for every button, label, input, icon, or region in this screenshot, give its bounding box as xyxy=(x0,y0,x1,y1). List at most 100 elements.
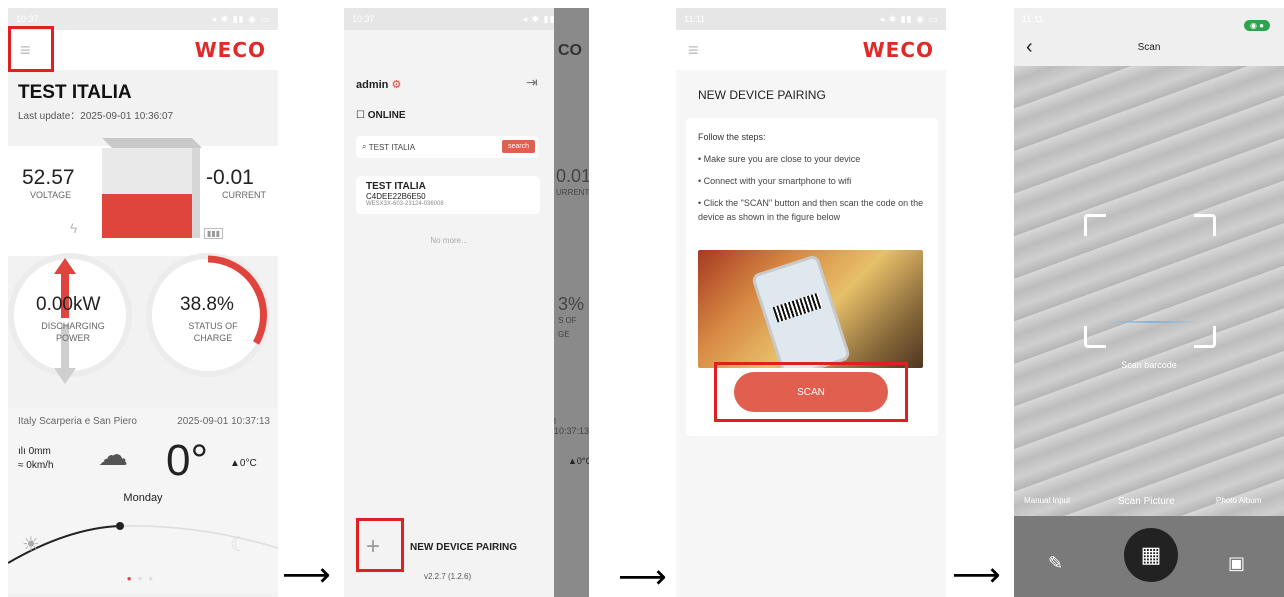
weco-logo: WECO xyxy=(194,38,266,62)
arrow-2: ⟶ xyxy=(618,557,667,597)
last-update: Last update：2025-09-01 10:36:07 xyxy=(18,111,174,122)
pairing-screen: 11:11 ◂ ✱ ▮▮ ◉ ▭ ≡ WECO NEW DEVICE PAIRI… xyxy=(676,8,946,597)
page-dots: ●●● xyxy=(126,574,160,583)
device-id: C4DEE22B6E50 xyxy=(366,192,426,201)
image-icon[interactable]: ▣ xyxy=(1228,553,1245,574)
camera-badge: ◉ ● xyxy=(1243,20,1270,31)
dashboard-screen: 10:37 ◂ ✱ ▮▮ ◉ ▭ ≡ WECO TEST ITALIA Last… xyxy=(8,8,278,597)
search-button[interactable]: search xyxy=(501,140,535,153)
battery-graphic xyxy=(102,138,202,238)
voltage-label: VOLTAGE xyxy=(30,190,72,200)
power-value: 0.00kW xyxy=(36,294,101,315)
current-value: -0.01 xyxy=(206,166,254,189)
app-version: v2.2.7 (1.2.6) xyxy=(424,572,472,581)
device-name: TEST ITALIA xyxy=(366,181,426,192)
highlight-scan xyxy=(714,362,908,422)
temp-small: ▲0°C xyxy=(230,458,257,469)
username: admin xyxy=(356,79,389,91)
status-time: 10:37 xyxy=(16,14,39,24)
lightning-icon: ϟ xyxy=(70,220,78,236)
rain-icon: ılı xyxy=(18,446,26,457)
frame-corner-bl xyxy=(1084,326,1106,348)
user-row: admin ⚙ xyxy=(356,78,401,91)
manual-input-label[interactable]: Manual Input xyxy=(1024,496,1070,505)
power-label: DISCHARGING POWER xyxy=(41,321,105,343)
qr-scan-button[interactable]: ▦ xyxy=(1124,528,1178,582)
sunrise-icon: ☀ xyxy=(22,534,40,556)
weather-date: 2025-09-01 10:37:13 xyxy=(177,416,270,427)
status-time: 11:11 xyxy=(684,14,706,24)
weco-logo: WECO xyxy=(862,38,934,62)
dim-soc-fragment: 3% xyxy=(558,294,585,314)
search-input[interactable]: TEST ITALIA xyxy=(369,143,415,152)
voltage-value: 52.57 xyxy=(22,166,75,189)
rain-row: ılı 0mm xyxy=(18,446,51,457)
cloud-rain-icon: ☁ xyxy=(98,439,128,472)
status-time: 11:11 xyxy=(1022,14,1044,24)
current-label: CURRENT xyxy=(222,190,266,200)
status-time: 10:37 xyxy=(352,14,375,24)
rain-value: 0mm xyxy=(28,446,51,457)
edit-icon[interactable]: ✎ xyxy=(1048,553,1063,574)
scan-picture-label[interactable]: Scan Picture xyxy=(1118,496,1175,507)
plant-title: TEST ITALIA xyxy=(18,82,132,103)
online-filter[interactable]: ☐ ONLINE xyxy=(356,110,406,121)
highlight-add xyxy=(356,518,404,572)
moon-icon: ☾ xyxy=(230,534,248,556)
wind-value: 0km/h xyxy=(26,460,54,471)
wind-icon: ≈ xyxy=(18,460,24,471)
wind-row: ≈ 0km/h xyxy=(18,460,54,471)
dim-soc-label-fragment-2: GE xyxy=(558,330,570,339)
steps-title: Follow the steps: xyxy=(698,132,766,142)
device-list-item[interactable]: TEST ITALIA C4DEE22B6E50 WESX3X-603-2312… xyxy=(356,176,540,214)
weekday: Monday xyxy=(123,492,163,504)
dim-soc-label-fragment: S OF xyxy=(558,316,577,325)
weather-location: Italy Scarperia e San Piero xyxy=(18,416,137,427)
dimmed-background[interactable]: CO 0.01 URRENT 3% S OF GE l 10:37:13 ▲0°… xyxy=(554,8,589,597)
dim-temp-fragment: ▲0°C xyxy=(568,456,589,466)
search-icon: ⌕ xyxy=(362,142,367,151)
page-title: NEW DEVICE PAIRING xyxy=(698,88,826,102)
no-more-text: No more... xyxy=(430,236,468,245)
scan-illustration xyxy=(698,250,923,368)
dim-current-label-fragment: URRENT xyxy=(556,188,589,197)
status-icons: ◂ ✱ ▮▮ ◉ ▭ xyxy=(879,13,938,24)
step-item: • Connect with your smartphone to wifi xyxy=(698,176,852,186)
scan-line xyxy=(1104,321,1200,323)
menu-icon[interactable]: ≡ xyxy=(688,40,699,61)
scan-screen: 11:11 ◉ ● ‹ Scan Scan barcode Manual Inp… xyxy=(1014,8,1284,597)
frame-corner-tl xyxy=(1084,214,1106,236)
online-label: ONLINE xyxy=(367,110,406,121)
frame-corner-br xyxy=(1194,326,1216,348)
dim-logo-fragment: CO xyxy=(558,42,582,59)
frame-corner-tr xyxy=(1194,214,1216,236)
status-icons: ◂ ✱ ▮▮ ◉ ▭ xyxy=(211,13,270,24)
temperature: 0° xyxy=(166,436,209,485)
device-sn: WESX3X-603-23124-036008 xyxy=(366,201,444,207)
scan-hint: Scan barcode xyxy=(1121,360,1177,370)
search-bar[interactable]: ⌕ TEST ITALIA search xyxy=(356,136,538,158)
settings-gear-icon[interactable]: ⚙ xyxy=(391,79,401,91)
side-drawer: admin ⚙ ⇥ ☐ ONLINE ⌕ TEST ITALIA search … xyxy=(344,30,554,597)
weather-card: Italy Scarperia e San Piero 2025-09-01 1… xyxy=(8,408,278,593)
drawer-screen: 10:37 ◂ ✱ ▮▮ ◉ ▭ CO 0.01 URRENT 3% S OF … xyxy=(344,8,589,597)
new-device-pairing-link[interactable]: NEW DEVICE PAIRING xyxy=(410,542,517,553)
online-checkbox[interactable]: ☐ xyxy=(356,110,365,121)
soc-value: 38.8% xyxy=(180,294,234,315)
top-bar: ≡ WECO xyxy=(676,30,946,70)
status-bar: 10:37 ◂ ✱ ▮▮ ◉ ▭ xyxy=(344,8,589,30)
arrow-3: ⟶ xyxy=(952,555,1001,595)
logout-icon[interactable]: ⇥ xyxy=(526,74,538,91)
battery-small-icon: ▮▮▮ xyxy=(204,228,224,239)
step-item: • Click the "SCAN" button and then scan … xyxy=(698,198,924,222)
arrow-1: ⟶ xyxy=(282,555,331,595)
barcode-image xyxy=(772,292,824,323)
highlight-menu xyxy=(8,26,54,72)
soc-label: STATUS OF CHARGE xyxy=(188,321,238,343)
status-bar: 11:11 ◂ ✱ ▮▮ ◉ ▭ xyxy=(676,8,946,30)
phone-image xyxy=(750,253,852,368)
step-item: • Make sure you are close to your device xyxy=(698,154,861,164)
photo-album-label[interactable]: Photo Album xyxy=(1216,496,1261,505)
dim-date-fragment: l 10:37:13 xyxy=(554,416,589,436)
page-title: Scan xyxy=(1137,42,1161,53)
